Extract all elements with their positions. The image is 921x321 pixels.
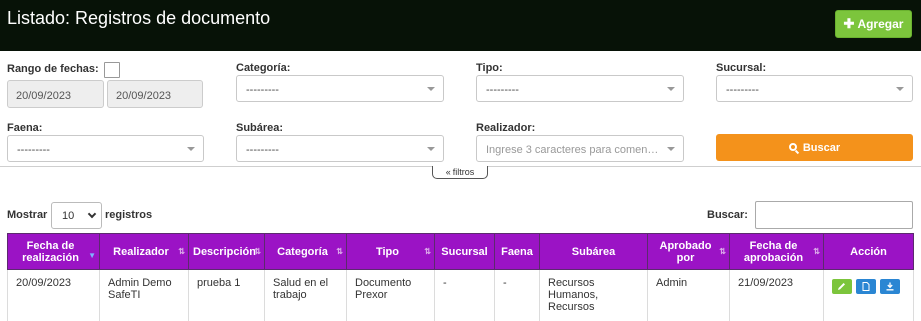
cell-subarea: Recursos Humanos, Recursos: [539, 269, 648, 321]
date-from-input[interactable]: 20/09/2023: [7, 80, 104, 108]
page-length-value: 10: [62, 210, 75, 222]
faena-select[interactable]: ---------: [7, 135, 204, 162]
realizador-placeholder: Ingrese 3 caracteres para comen…: [486, 144, 659, 156]
view-pdf-button[interactable]: [856, 279, 877, 294]
cell-accion: [823, 269, 914, 321]
column-header-realizador[interactable]: Realizador ⇅: [99, 233, 189, 270]
caret-down-icon: [896, 87, 904, 91]
sort-icon: ⇅: [424, 247, 431, 256]
column-header-fecha-aprobacion[interactable]: Fecha de aprobación ⇅: [729, 233, 824, 270]
cell-fecha: 20/09/2023: [7, 269, 100, 321]
faena-label: Faena:: [7, 122, 43, 134]
toggle-filters-button[interactable]: « filtros: [432, 166, 488, 179]
chevron-down-icon: [87, 209, 97, 219]
page-title: Listado: Registros de documento: [7, 8, 271, 28]
column-header-accion: Acción: [823, 233, 914, 270]
records-label: registros: [105, 209, 153, 221]
sort-desc-icon: ▼: [88, 251, 96, 260]
faena-select-value: ---------: [17, 144, 50, 156]
column-header-aprobado[interactable]: Aprobado por ⇅: [647, 233, 730, 270]
cell-sucursal: -: [434, 269, 495, 321]
records-table: Fecha de realización ▼ Realizador ⇅ Descri…: [7, 233, 914, 321]
sort-icon: ⇅: [719, 247, 726, 256]
column-header-tipo[interactable]: Tipo ⇅: [346, 233, 435, 270]
sort-icon: ⇅: [813, 247, 820, 256]
edit-button[interactable]: [832, 279, 852, 294]
table-search-input[interactable]: [755, 201, 913, 229]
double-chevron-up-icon: «: [445, 167, 451, 177]
date-range-label: Rango de fechas:: [7, 63, 99, 75]
column-header-sucursal: Sucursal: [434, 233, 495, 270]
cell-tipo: Documento Prexor: [346, 269, 435, 321]
cell-realizador: Admin Demo SafeTI: [99, 269, 189, 321]
file-icon: [862, 282, 870, 291]
column-header-categoria[interactable]: Categoría ⇅: [264, 233, 347, 270]
cell-categoria: Salud en el trabajo: [264, 269, 347, 321]
sort-icon: ⇅: [254, 247, 261, 256]
realizador-label: Realizador:: [476, 122, 536, 134]
caret-down-icon: [667, 87, 675, 91]
subarea-select-value: ---------: [246, 144, 279, 156]
sort-icon: ⇅: [178, 247, 185, 256]
sucursal-select[interactable]: ---------: [716, 75, 913, 102]
categoria-select-value: ---------: [246, 84, 279, 96]
page-length-select[interactable]: 10: [51, 202, 102, 229]
download-button[interactable]: [880, 279, 901, 294]
tipo-select[interactable]: ---------: [476, 75, 684, 102]
search-button-label: Buscar: [802, 141, 841, 154]
sucursal-select-value: ---------: [726, 84, 759, 96]
date-to-input[interactable]: 20/09/2023: [107, 80, 203, 108]
cell-descripcion: prueba 1: [188, 269, 265, 321]
top-bar: Listado: Registros de documento ✚ Agrega…: [0, 0, 921, 51]
search-button[interactable]: Buscar: [716, 134, 913, 161]
realizador-select[interactable]: Ingrese 3 caracteres para comen…: [476, 135, 684, 162]
caret-down-icon: [427, 147, 435, 151]
subarea-label: Subárea:: [236, 122, 284, 134]
column-header-faena: Faena: [494, 233, 540, 270]
pencil-icon: [838, 283, 845, 290]
caret-down-icon: [187, 147, 195, 151]
cell-fecha-aprobacion: 21/09/2023: [729, 269, 824, 321]
subarea-select[interactable]: ---------: [236, 135, 444, 162]
column-header-descripcion[interactable]: Descripción ⇅: [188, 233, 265, 270]
show-label: Mostrar: [7, 209, 48, 221]
sort-icon: ⇅: [336, 247, 343, 256]
plus-icon: ✚: [843, 16, 855, 31]
categoria-label: Categoría:: [236, 62, 291, 74]
column-header-fecha[interactable]: Fecha de realización ▼: [7, 233, 100, 270]
add-button[interactable]: ✚ Agregar: [835, 10, 912, 38]
search-icon: [788, 142, 799, 154]
date-range-checkbox[interactable]: [104, 62, 120, 78]
download-icon: [886, 282, 894, 291]
caret-down-icon: [667, 147, 675, 151]
add-button-label: Agregar: [857, 17, 904, 31]
cell-aprobado: Admin: [647, 269, 730, 321]
toggle-filters-label: filtros: [452, 167, 475, 177]
column-header-subarea: Subárea: [539, 233, 648, 270]
caret-down-icon: [427, 87, 435, 91]
table-search-label: Buscar:: [707, 209, 748, 221]
cell-faena: -: [494, 269, 540, 321]
categoria-select[interactable]: ---------: [236, 75, 444, 102]
tipo-select-value: ---------: [486, 84, 519, 96]
table-row: 20/09/2023 Admin Demo SafeTI prueba 1 Sa…: [7, 269, 914, 321]
sucursal-label: Sucursal:: [716, 62, 767, 74]
tipo-label: Tipo:: [476, 62, 503, 74]
